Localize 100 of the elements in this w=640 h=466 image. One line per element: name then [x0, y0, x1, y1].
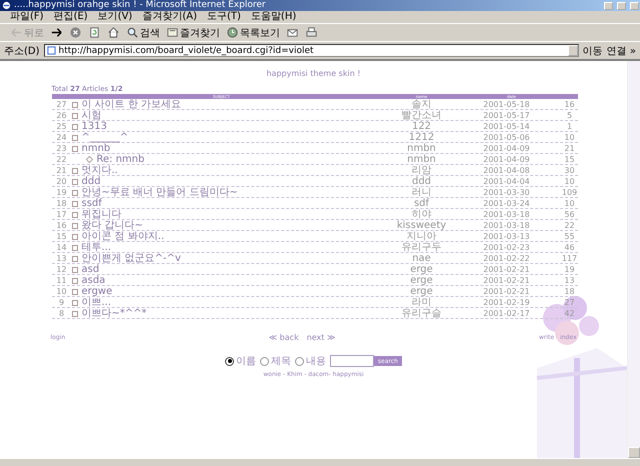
table-cell-text: 빨간소녀	[400, 110, 442, 121]
table-cell-text: 14	[55, 242, 68, 253]
table-cell-text: 2001-05-17	[482, 110, 531, 121]
table-cell-text: sdf	[412, 198, 430, 209]
table-cell-text: 라미	[410, 297, 432, 308]
refresh-icon	[88, 26, 101, 39]
table-cell-text: 20	[55, 176, 68, 187]
scrollbar[interactable]	[627, 61, 640, 458]
table-cell-text: 유리구슬	[400, 308, 442, 319]
post-title-link[interactable]: ssdf	[82, 198, 102, 209]
minimize-button[interactable]	[604, 2, 613, 10]
post-title-link[interactable]: 멋지다..	[82, 165, 118, 176]
table-cell-text: 2001-05-14	[482, 121, 531, 132]
table-cell-text: 10	[563, 176, 576, 187]
dropdown-button[interactable]	[568, 45, 578, 56]
table-cell-text: 18	[55, 198, 68, 209]
table-cell-text: 지니아	[406, 231, 438, 242]
post-title-link[interactable]: 왔다 갑니다~	[82, 220, 144, 231]
table-cell-text: 17	[55, 209, 68, 220]
table-cell-text: 27	[55, 99, 68, 110]
post-title-link[interactable]: nmnb	[82, 143, 110, 154]
post-title-link[interactable]: 시험	[82, 110, 102, 121]
menu-item[interactable]: 파일(F)	[10, 11, 44, 23]
menu-item[interactable]: 편집(E)	[54, 11, 88, 23]
board-heading: happymisi theme skin !	[266, 69, 361, 78]
post-title-link[interactable]: 안이쁜게 없군요^-^v	[82, 253, 181, 264]
post-title-link[interactable]: asda	[82, 275, 106, 286]
browser-icon	[2, 1, 11, 10]
table-cell-text: 30	[563, 165, 576, 176]
table-cell-text: 러니	[410, 187, 432, 198]
toolbar-button[interactable]	[88, 26, 101, 39]
table-cell: 109	[562, 187, 578, 198]
printer-icon	[305, 26, 318, 39]
toolbar-button[interactable]: 즐겨찾기	[166, 26, 220, 40]
toolbar-button[interactable]	[305, 26, 318, 39]
table-cell-text: 2001-04-09	[482, 154, 531, 165]
next-link[interactable]: next ≫	[306, 333, 336, 342]
table-cell-text: 9	[58, 297, 66, 308]
post-title-link[interactable]: ddd	[82, 176, 101, 187]
table-cell-text: nmbn	[406, 143, 437, 154]
post-title-link[interactable]: 이 사이트 한 가보세요	[82, 99, 182, 110]
table-cell-text: 2001-05-06	[482, 132, 531, 143]
table-cell-text: 1	[566, 121, 574, 132]
table-cell-text: erge	[409, 264, 434, 275]
close-button[interactable]	[630, 2, 639, 10]
post-title-link[interactable]: ^______^	[82, 132, 128, 143]
table-cell-text: erge	[409, 275, 434, 286]
post-title-link[interactable]: ergwe	[82, 286, 112, 297]
table-cell-text: 19	[563, 264, 576, 275]
links-label[interactable]: 연결 »	[606, 44, 636, 58]
toolbar-button[interactable]: 검색	[126, 26, 160, 40]
post-title-link[interactable]: 이쁘...	[82, 297, 112, 308]
post-title-link[interactable]: asd	[82, 264, 100, 275]
table-cell-text: 19	[55, 187, 68, 198]
menu-item[interactable]: 도구(T)	[207, 11, 241, 23]
table-cell-text: 2001-02-21	[482, 286, 531, 297]
radio-button[interactable]	[260, 356, 269, 366]
back-link[interactable]: ≪ back	[268, 333, 299, 342]
table-cell-text: ddd	[410, 176, 432, 187]
toolbar-button[interactable]: 목록보기	[226, 26, 280, 40]
table-cell-text: 2001-02-21	[482, 264, 531, 275]
radio-button[interactable]	[295, 356, 304, 366]
post-title-link[interactable]: 테투...	[82, 242, 112, 253]
post-title-link[interactable]: 이쁘다~*^^*	[82, 308, 147, 319]
table-cell-text: 2001-02-23	[482, 242, 531, 253]
table-cell-text: 12	[55, 264, 68, 275]
table-cell-text: nmbn	[406, 154, 437, 165]
table-cell-text: 1212	[408, 132, 436, 143]
radio-button[interactable]	[225, 356, 234, 366]
table-cell-text: 2001-02-17	[482, 308, 531, 319]
maximize-button[interactable]	[617, 2, 626, 10]
table-cell-text: kissweety	[396, 220, 448, 231]
menu-item[interactable]: 즐겨찾기(A)	[142, 11, 197, 23]
post-title-link[interactable]: 뮈집니다	[82, 209, 122, 220]
post-title-link[interactable]: 안녕~무료 배너 만들어 드림미다~	[82, 187, 238, 198]
table-cell-text: 27	[563, 297, 576, 308]
table-cell-text: 2001-03-18	[482, 220, 531, 231]
table-cell-text: 18	[563, 286, 576, 297]
post-title-link[interactable]: 아이콘 점 봐야지..	[82, 231, 164, 242]
table-cell-text: 22	[55, 154, 68, 165]
table-cell-text: 10	[563, 198, 576, 209]
table-cell-text: 24	[55, 132, 68, 143]
search-field[interactable]	[330, 355, 374, 367]
toolbar-button[interactable]	[50, 26, 63, 39]
table-cell-text: 16	[563, 99, 576, 110]
menu-item[interactable]: 보기(V)	[98, 11, 132, 23]
table-cell-text: 10	[563, 132, 576, 143]
table-cell-text: 2001-04-04	[482, 176, 531, 187]
home-icon	[107, 26, 120, 39]
table-cell-text: 2001-03-24	[482, 198, 531, 209]
menu-item[interactable]: 도움말(H)	[250, 11, 296, 23]
toolbar-button[interactable]	[107, 26, 120, 39]
address-field[interactable]: http://happymisi.com/board_violet/e_board.cgi?id=violet	[44, 44, 579, 57]
post-title-link[interactable]: 1313	[82, 121, 107, 132]
go-button[interactable]: 이동	[582, 44, 603, 58]
table-cell-text: erge	[409, 286, 434, 297]
table-cell-text: 10	[55, 286, 68, 297]
clock-icon	[226, 26, 239, 39]
table-cell-text: 11	[55, 275, 68, 286]
post-title-link[interactable]: Re: nmnb	[96, 154, 144, 165]
